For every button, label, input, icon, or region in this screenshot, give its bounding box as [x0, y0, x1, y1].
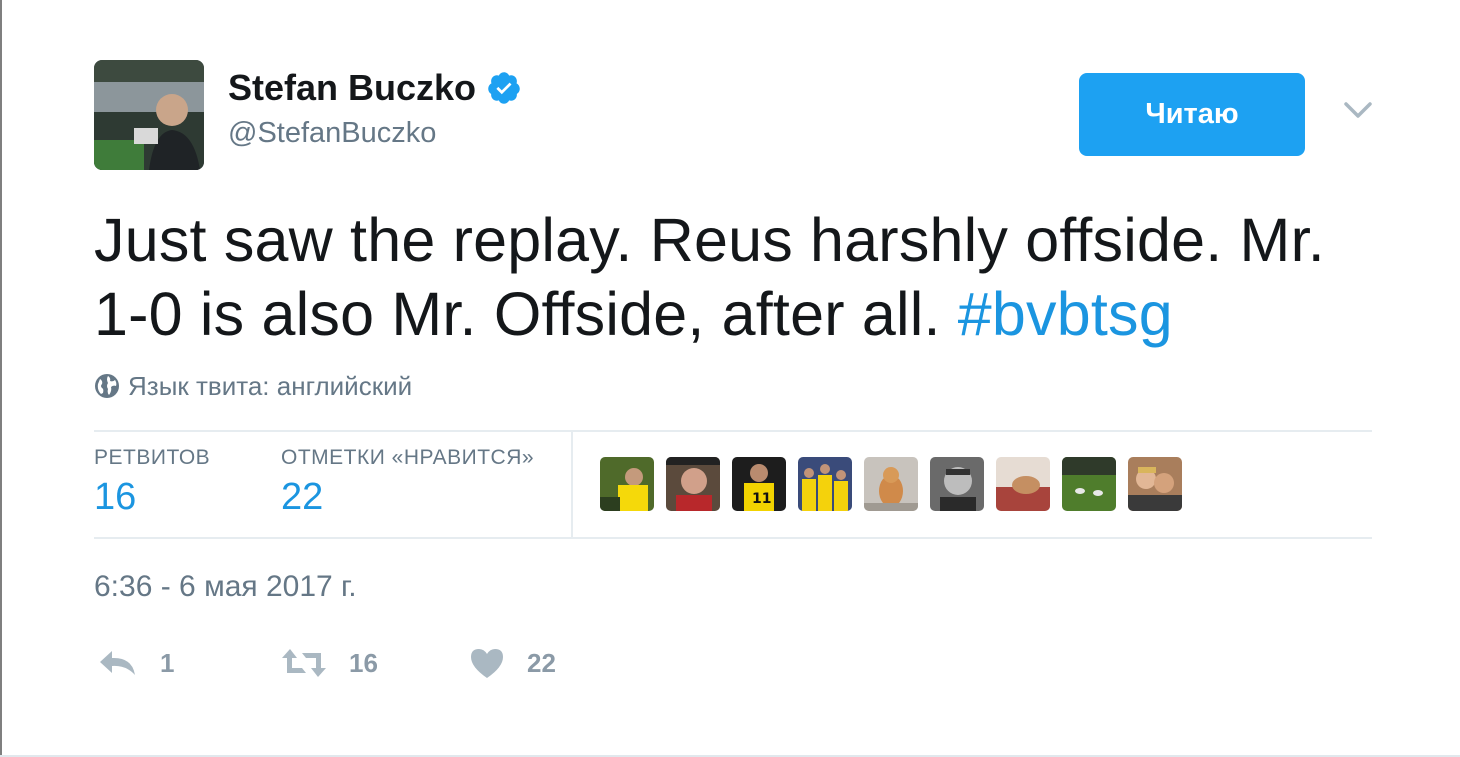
liker-avatar[interactable]	[930, 457, 984, 511]
follow-button[interactable]: Читаю	[1079, 73, 1305, 156]
retweets-stat[interactable]: РЕТВИТОВ 16	[94, 446, 210, 519]
retweet-icon[interactable]	[281, 647, 327, 679]
window-left-border	[0, 0, 2, 757]
liker-avatar[interactable]	[600, 457, 654, 511]
author-avatar[interactable]	[94, 60, 204, 170]
liker-avatar[interactable]: 11	[732, 457, 786, 511]
stats-divider-bottom	[94, 537, 1372, 539]
retweets-stat-count: 16	[94, 476, 137, 518]
author-name-row[interactable]: Stefan Buczko	[228, 66, 522, 110]
stats-divider-top	[94, 430, 1372, 432]
hashtag-link[interactable]: #bvbtsg	[958, 280, 1173, 348]
heart-icon[interactable]	[469, 647, 505, 679]
like-action[interactable]: 22	[469, 642, 556, 684]
likers-avatars: 11	[600, 457, 1194, 511]
reply-action[interactable]: 1	[98, 642, 174, 684]
liker-avatar[interactable]	[864, 457, 918, 511]
liker-avatar[interactable]	[798, 457, 852, 511]
liker-avatar[interactable]	[666, 457, 720, 511]
tweet-timestamp[interactable]: 6:36 - 6 мая 2017 г.	[94, 570, 357, 604]
svg-text:11: 11	[752, 491, 771, 507]
author-handle[interactable]: @StefanBuczko	[228, 117, 436, 150]
tweet-language: Язык твита: английский	[94, 368, 412, 404]
globe-icon	[94, 373, 120, 399]
reply-count: 1	[160, 647, 175, 678]
stats-separator	[571, 432, 573, 537]
tweet-language-label[interactable]: Язык твита: английский	[128, 371, 412, 402]
likes-stat-count: 22	[281, 476, 324, 518]
tweet-text: Just saw the replay. Reus harshly offsid…	[94, 203, 1384, 351]
likes-stat[interactable]: ОТМЕТКИ «НРАВИТСЯ» 22	[281, 446, 534, 519]
chevron-down-icon[interactable]	[1340, 96, 1376, 124]
likes-stat-label: ОТМЕТКИ «НРАВИТСЯ»	[281, 446, 535, 469]
like-count: 22	[527, 647, 556, 678]
liker-avatar[interactable]	[1128, 457, 1182, 511]
liker-avatar[interactable]	[1062, 457, 1116, 511]
liker-avatar[interactable]	[996, 457, 1050, 511]
retweets-stat-label: РЕТВИТОВ	[94, 446, 211, 469]
retweet-count: 16	[349, 647, 378, 678]
author-display-name[interactable]: Stefan Buczko	[228, 67, 476, 109]
verified-badge-icon	[486, 70, 522, 106]
reply-icon[interactable]	[98, 647, 138, 679]
retweet-action[interactable]: 16	[281, 642, 378, 684]
